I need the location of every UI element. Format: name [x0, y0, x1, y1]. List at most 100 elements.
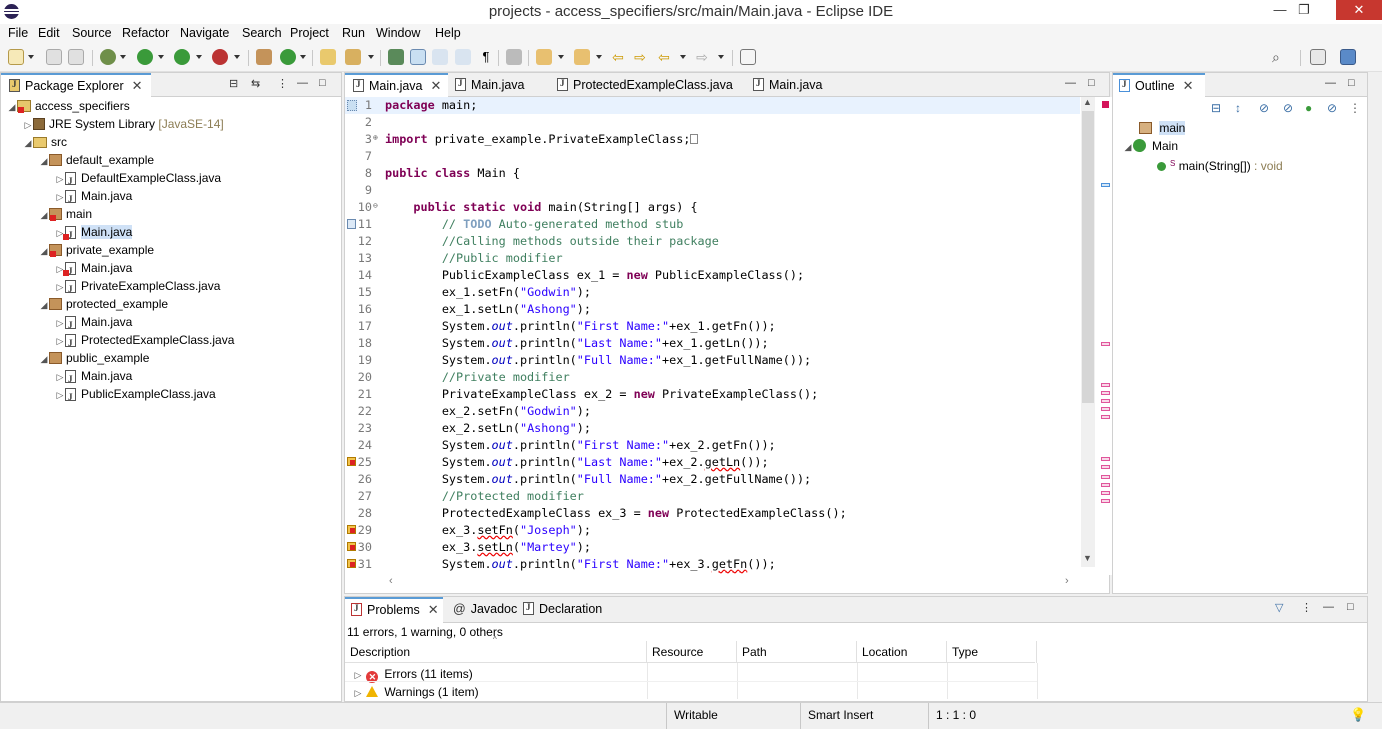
tree-item-file[interactable]: ▷PublicExampleClass.java [55, 385, 216, 406]
outline-item-package[interactable]: main [1139, 119, 1186, 137]
maximize-view-icon[interactable]: □ [319, 77, 326, 89]
tab-problems[interactable]: Problems ✕ [345, 597, 443, 623]
save-icon[interactable] [46, 49, 62, 65]
editor-tab-active[interactable]: Main.java ✕ [345, 73, 448, 97]
column-resource[interactable]: Resource [647, 641, 737, 663]
outline-item-class[interactable]: ◢ Main [1123, 137, 1178, 155]
run-dropdown-icon[interactable] [158, 55, 164, 59]
pin-editor-icon[interactable] [740, 49, 756, 65]
minimize-view-icon[interactable]: — [1323, 601, 1334, 613]
back-icon[interactable]: ⇦ [656, 49, 672, 65]
scroll-up-icon[interactable]: ▲ [1083, 97, 1092, 107]
menu-help[interactable]: Help [435, 26, 461, 40]
tree-item-file[interactable]: ▷PrivateExampleClass.java [55, 277, 221, 298]
next-annotation-dropdown-icon[interactable] [558, 55, 564, 59]
editor-tab[interactable]: Main.java [753, 73, 823, 97]
tips-icon[interactable]: 💡 [1350, 707, 1366, 723]
column-location[interactable]: Location [857, 641, 947, 663]
menu-window[interactable]: Window [376, 26, 420, 40]
editor-horizontal-scrollbar[interactable]: ‹ › [385, 575, 1075, 589]
tab-javadoc[interactable]: @ Javadoc [453, 597, 517, 621]
block-selection-icon[interactable] [432, 49, 448, 65]
minimize-view-icon[interactable]: — [1325, 77, 1336, 89]
hide-non-public-icon[interactable]: ● [1305, 101, 1312, 115]
close-tab-icon[interactable]: ✕ [1183, 78, 1194, 94]
close-tab-icon[interactable]: ✕ [428, 602, 439, 618]
scroll-right-icon[interactable]: › [1065, 575, 1069, 587]
editor-tab[interactable]: ProtectedExampleClass.java [557, 73, 733, 97]
editor-scroll-thumb[interactable] [1082, 111, 1094, 403]
tree-item-package[interactable]: ◢ main [39, 205, 92, 223]
tree-item-file[interactable]: ▷Main.java [55, 223, 133, 244]
mark-occurrences-icon[interactable] [410, 49, 426, 65]
tree-item-src[interactable]: ◢ src [23, 133, 67, 151]
editor-vertical-scrollbar[interactable]: ▲ ▼ [1081, 97, 1095, 567]
toggle-breadcrumb-icon[interactable] [388, 49, 404, 65]
problems-row-warnings[interactable]: ▷ Warnings (1 item) [353, 683, 479, 701]
open-perspective-icon[interactable] [1310, 49, 1326, 65]
word-wrap-icon[interactable] [455, 49, 471, 65]
sort-icon[interactable]: ↕ [1235, 101, 1241, 115]
tree-item-file[interactable]: ▷Main.java [55, 187, 133, 208]
java-perspective-icon[interactable] [1340, 49, 1356, 65]
menu-source[interactable]: Source [72, 26, 112, 40]
back-dropdown-icon[interactable] [680, 55, 686, 59]
tree-item-file[interactable]: ▷Main.java [55, 259, 133, 280]
maximize-view-icon[interactable]: □ [1348, 77, 1355, 89]
code-editor[interactable]: 1 package main; 2 3 ⊕ import private_exampl… [345, 97, 1115, 575]
maximize-view-icon[interactable]: □ [1088, 77, 1095, 89]
menu-file[interactable]: File [8, 26, 28, 40]
tree-item-project[interactable]: ◢ access_specifiers [7, 97, 130, 115]
outline-item-method[interactable]: S main(String[]) : void [1157, 155, 1283, 173]
external-tools-dropdown-icon[interactable] [234, 55, 240, 59]
new-java-package-icon[interactable] [256, 49, 272, 65]
tree-item-package[interactable]: ◢ default_example [39, 151, 155, 169]
debug-dropdown-icon[interactable] [120, 55, 126, 59]
tab-package-explorer[interactable]: Package Explorer ✕ [1, 73, 151, 97]
hide-local-types-icon[interactable]: ⊘ [1327, 101, 1337, 115]
expand-fold-icon[interactable]: ⊕ [373, 129, 378, 146]
debug-icon[interactable] [100, 49, 116, 65]
minimize-view-icon[interactable]: — [297, 77, 308, 89]
tree-item-file[interactable]: ▷ProtectedExampleClass.java [55, 331, 235, 352]
tab-declaration[interactable]: Declaration [523, 597, 602, 621]
close-tab-icon[interactable]: ✕ [132, 78, 143, 94]
search-dropdown-icon[interactable] [368, 55, 374, 59]
overview-ruler[interactable] [1099, 97, 1113, 567]
external-tools-icon[interactable] [212, 49, 228, 65]
run-icon[interactable] [137, 49, 153, 65]
view-menu-icon[interactable]: ⋮ [1349, 101, 1361, 115]
maximize-view-icon[interactable]: □ [1347, 601, 1354, 613]
hide-static-icon[interactable]: ⊘ [1283, 101, 1293, 115]
new-icon[interactable] [8, 49, 24, 65]
previous-annotation-icon[interactable] [574, 49, 590, 65]
collapse-fold-icon[interactable]: ⊖ [373, 197, 378, 214]
menu-search[interactable]: Search [242, 26, 282, 40]
close-button[interactable]: ✕ [1336, 0, 1382, 20]
next-annotation-icon[interactable] [536, 49, 552, 65]
minimize-view-icon[interactable]: — [1065, 77, 1076, 89]
menu-navigate[interactable]: Navigate [180, 26, 229, 40]
new-class-dropdown-icon[interactable] [300, 55, 306, 59]
search-icon[interactable]: ⌕ [1272, 49, 1288, 65]
filter-icon[interactable]: ▽ [1275, 601, 1283, 614]
menu-edit[interactable]: Edit [38, 26, 60, 40]
column-type[interactable]: Type [947, 641, 1037, 663]
new-java-class-icon[interactable] [280, 49, 296, 65]
maximize-button[interactable]: ❐ [1288, 0, 1320, 20]
skip-breakpoints-icon[interactable] [506, 49, 522, 65]
tree-item-file[interactable]: ▷Main.java [55, 313, 133, 334]
editor-tab[interactable]: Main.java [455, 73, 525, 97]
column-path[interactable]: Path [737, 641, 857, 663]
column-description[interactable]: Description [345, 641, 647, 663]
last-edit-location-icon[interactable]: ⇦ [610, 49, 626, 65]
tab-outline[interactable]: Outline ✕ [1113, 73, 1205, 97]
hide-fields-icon[interactable]: ⊘ [1259, 101, 1269, 115]
open-type-icon[interactable] [320, 49, 336, 65]
search-tool-icon[interactable] [345, 49, 361, 65]
tree-item-package[interactable]: ◢ public_example [39, 349, 150, 367]
save-all-icon[interactable] [68, 49, 84, 65]
collapse-all-icon[interactable]: ⊟ [1211, 101, 1221, 115]
error-summary-icon[interactable] [1102, 101, 1109, 108]
view-menu-icon[interactable]: ⋮ [1301, 601, 1312, 614]
